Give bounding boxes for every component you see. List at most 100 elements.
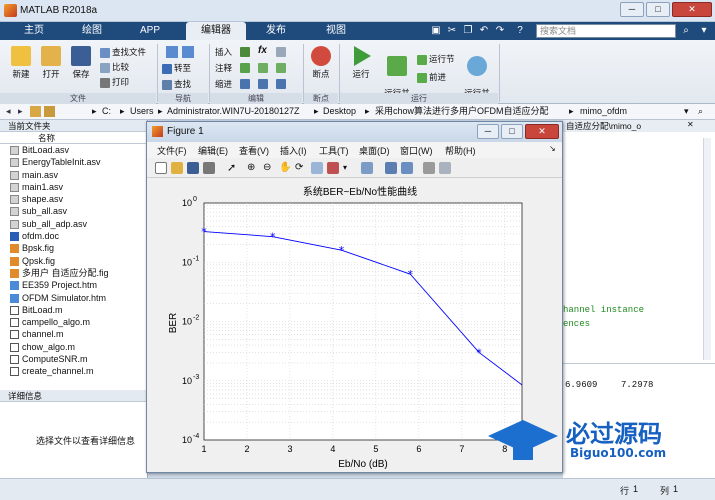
file-item[interactable]: Qpsk.fig bbox=[0, 255, 147, 267]
legend-icon[interactable] bbox=[401, 162, 413, 174]
hide-tools-icon[interactable] bbox=[423, 162, 435, 174]
maximize-button[interactable]: □ bbox=[646, 2, 670, 17]
menu-desktop[interactable]: 桌面(D) bbox=[359, 144, 390, 157]
editor-pane[interactable]: 自适应分配\mimo_o ✕ hannel instance ences bbox=[563, 120, 715, 363]
print-figure-icon[interactable] bbox=[203, 162, 215, 174]
save-button[interactable]: 保存 bbox=[66, 46, 96, 80]
comment-button[interactable]: 注释 bbox=[215, 62, 232, 74]
file-item[interactable]: EnergyTableInit.asv bbox=[0, 156, 147, 168]
dock-arrow-icon[interactable]: ↘ bbox=[549, 144, 556, 153]
file-item[interactable]: sub_all.asv bbox=[0, 205, 147, 217]
file-item[interactable]: Bpsk.fig bbox=[0, 242, 147, 254]
pointer-icon[interactable]: ➚ bbox=[227, 162, 239, 174]
figure-close-button[interactable]: ✕ bbox=[525, 124, 559, 139]
tab-plots[interactable]: 绘图 bbox=[72, 22, 112, 40]
advance-button[interactable]: 前进 bbox=[417, 71, 446, 83]
insert-button[interactable]: 插入 bbox=[215, 46, 232, 58]
run-section-button[interactable]: 运行节 bbox=[417, 53, 455, 65]
address-bar[interactable]: ◂ ▸ ▸ C: ▸ Users ▸ Administrator.WIN7U-2… bbox=[0, 104, 715, 120]
file-item[interactable]: EE359 Project.htm bbox=[0, 279, 147, 291]
outdent-icon[interactable] bbox=[276, 78, 288, 89]
smart-indent-icon[interactable] bbox=[240, 78, 252, 89]
new-figure-icon[interactable] bbox=[155, 162, 167, 174]
save-quick-icon[interactable]: ▣ bbox=[430, 25, 442, 37]
goto-button[interactable]: 转至 bbox=[162, 62, 191, 74]
file-item[interactable]: chow_algo.m bbox=[0, 341, 147, 353]
uncomment-icon[interactable] bbox=[258, 62, 270, 73]
address-search-icon[interactable]: ⌕ bbox=[698, 104, 703, 119]
file-item[interactable]: ComputeSNR.m bbox=[0, 353, 147, 365]
open-figure-icon[interactable] bbox=[171, 162, 183, 174]
file-item[interactable]: OFDM Simulator.htm bbox=[0, 292, 147, 304]
crumb-desktop[interactable]: Desktop bbox=[323, 104, 356, 119]
file-item[interactable]: channel.m bbox=[0, 328, 147, 340]
menu-window[interactable]: 窗口(W) bbox=[400, 144, 433, 157]
file-item[interactable]: main1.asv bbox=[0, 181, 147, 193]
print-button[interactable]: 打印 bbox=[100, 76, 129, 88]
cut-icon[interactable]: ✂ bbox=[446, 25, 458, 37]
save-figure-icon[interactable] bbox=[187, 162, 199, 174]
filter-icon[interactable]: ▾ bbox=[698, 25, 710, 37]
file-item[interactable]: sub_all_adp.asv bbox=[0, 218, 147, 230]
tab-publish[interactable]: 发布 bbox=[256, 22, 296, 40]
figure-maximize-button[interactable]: □ bbox=[501, 124, 523, 139]
crumb-mimo[interactable]: mimo_ofdm bbox=[580, 104, 627, 119]
close-button[interactable]: ✕ bbox=[672, 2, 712, 17]
brush-icon[interactable] bbox=[327, 162, 339, 174]
file-item[interactable]: shape.asv bbox=[0, 193, 147, 205]
menu-help[interactable]: 帮助(H) bbox=[445, 144, 476, 157]
link-plot-icon[interactable] bbox=[361, 162, 373, 174]
forward-nav-icon[interactable]: ▸ bbox=[18, 104, 23, 119]
browse-folder-icon[interactable] bbox=[44, 106, 55, 117]
data-cursor-icon[interactable] bbox=[311, 162, 323, 174]
figure-minimize-button[interactable]: ─ bbox=[477, 124, 499, 139]
menu-tools[interactable]: 工具(T) bbox=[319, 144, 349, 157]
breakpoints-button[interactable]: 断点 bbox=[306, 46, 336, 80]
back-nav-icon[interactable]: ◂ bbox=[6, 104, 11, 119]
search-input[interactable]: 搜索文档 bbox=[536, 24, 676, 38]
back-icon[interactable] bbox=[166, 46, 178, 58]
tab-view[interactable]: 视图 bbox=[316, 22, 356, 40]
editor-close-icon[interactable]: ✕ bbox=[687, 120, 694, 129]
dropdown-icon[interactable]: ▾ bbox=[684, 104, 689, 119]
zoom-in-icon[interactable]: ⊕ bbox=[247, 162, 259, 174]
menu-edit[interactable]: 编辑(E) bbox=[198, 144, 228, 157]
crumb-users[interactable]: Users bbox=[130, 104, 154, 119]
new-button[interactable]: 新建 bbox=[6, 46, 36, 80]
menu-file[interactable]: 文件(F) bbox=[157, 144, 187, 157]
fx-button[interactable]: fx bbox=[258, 45, 267, 56]
menu-insert[interactable]: 插入(I) bbox=[280, 144, 307, 157]
crumb-project[interactable]: 采用chow算法进行多用户OFDM自适应分配 bbox=[375, 104, 549, 119]
tab-apps[interactable]: APP bbox=[130, 22, 170, 40]
file-item[interactable]: BitLoad.m bbox=[0, 304, 147, 316]
brush-dropdown-icon[interactable]: ▾ bbox=[343, 162, 355, 174]
find-files-button[interactable]: 查找文件 bbox=[100, 46, 146, 58]
zoom-out-icon[interactable]: ⊖ bbox=[263, 162, 275, 174]
rotate-icon[interactable]: ⟳ bbox=[295, 162, 307, 174]
compare-button[interactable]: 比较 bbox=[100, 61, 129, 73]
file-item[interactable]: campello_algo.m bbox=[0, 316, 147, 328]
find-button[interactable]: 查找 bbox=[162, 78, 191, 90]
tab-home[interactable]: 主页 bbox=[14, 22, 54, 40]
run-button[interactable]: 运行 bbox=[345, 46, 377, 80]
wrap-comment-icon[interactable] bbox=[276, 62, 288, 73]
undo-icon[interactable]: ↶ bbox=[478, 25, 490, 37]
pan-icon[interactable]: ✋ bbox=[279, 162, 291, 174]
comment-icon[interactable] bbox=[240, 62, 252, 73]
column-header-name[interactable]: 名称 bbox=[0, 132, 147, 144]
tab-editor[interactable]: 编辑器 bbox=[186, 22, 246, 40]
indent-icon[interactable] bbox=[258, 78, 270, 89]
open-button[interactable]: 打开 bbox=[36, 46, 66, 80]
file-item[interactable]: 多用户 自适应分配.fig bbox=[0, 267, 147, 279]
menu-view[interactable]: 查看(V) bbox=[239, 144, 269, 157]
help-icon[interactable]: ? bbox=[514, 25, 526, 37]
crumb-admin[interactable]: Administrator.WIN7U-20180127Z bbox=[167, 104, 300, 119]
file-item[interactable]: BitLoad.asv bbox=[0, 144, 147, 156]
file-item[interactable]: main.asv bbox=[0, 169, 147, 181]
colorbar-icon[interactable] bbox=[385, 162, 397, 174]
indent-button[interactable]: 缩进 bbox=[215, 78, 232, 90]
insert-section-icon[interactable] bbox=[240, 46, 252, 57]
folder-up-icon[interactable] bbox=[30, 106, 41, 117]
show-tools-icon[interactable] bbox=[439, 162, 451, 174]
copy-icon[interactable]: ❐ bbox=[462, 25, 474, 37]
